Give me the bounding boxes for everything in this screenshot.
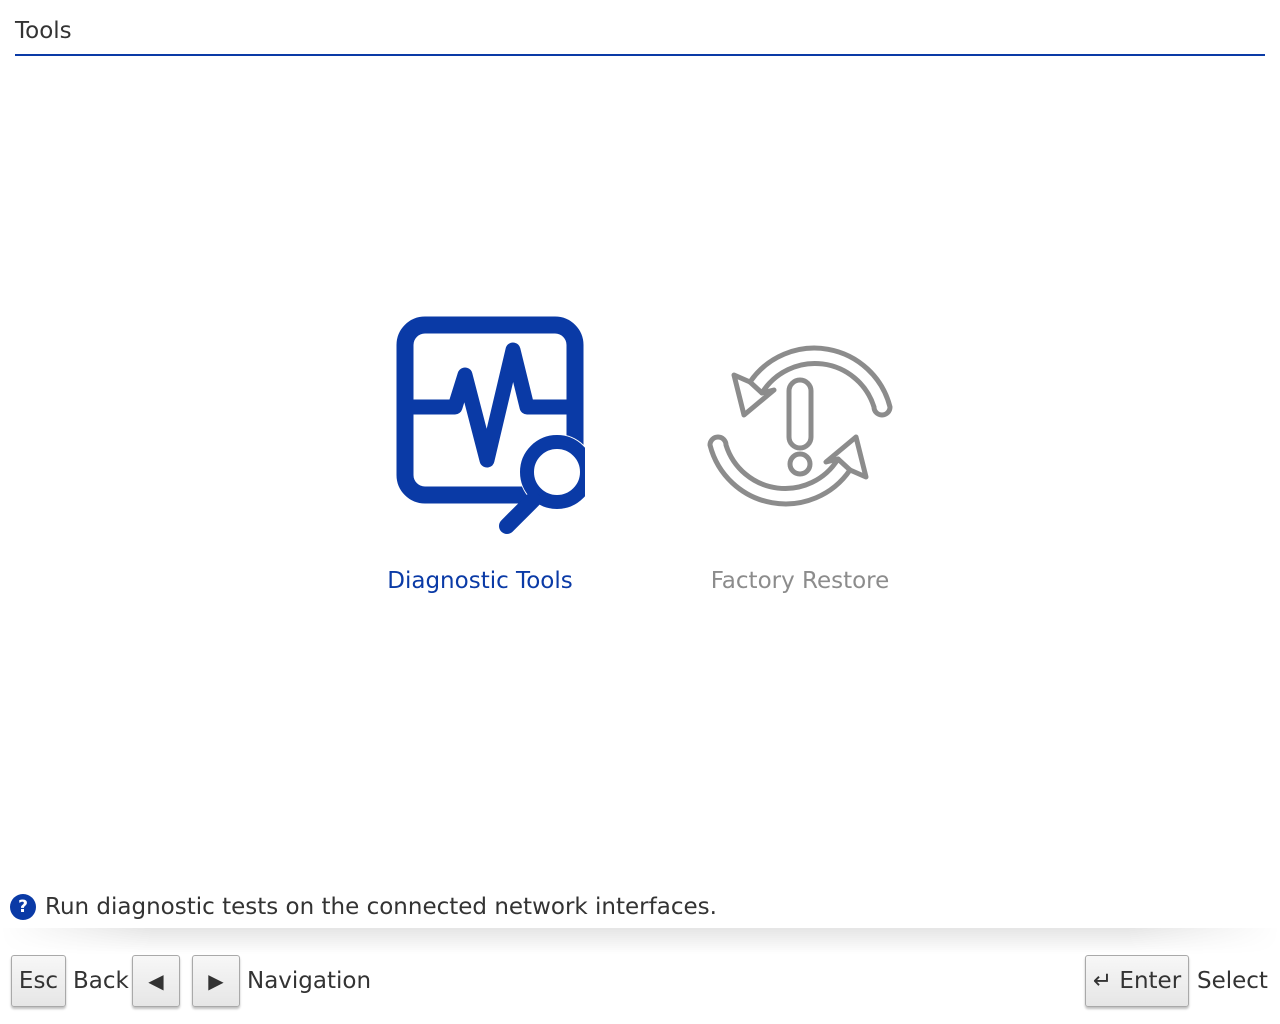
enter-key-button[interactable]: ↵ Enter (1085, 955, 1189, 1007)
select-label: Select (1197, 968, 1268, 994)
factory-restore-icon (700, 335, 900, 524)
tile-factory-restore[interactable]: Factory Restore (680, 310, 920, 610)
esc-key-button[interactable]: Esc (11, 955, 66, 1007)
footer-divider (0, 928, 1280, 954)
left-arrow-key-button[interactable]: ◀ (132, 955, 180, 1007)
right-arrow-key-button[interactable]: ▶ (192, 955, 240, 1007)
tile-diagnostic-tools[interactable]: Diagnostic Tools (360, 310, 600, 610)
back-label: Back (73, 968, 129, 994)
question-icon: ? (10, 894, 36, 920)
help-text: Run diagnostic tests on the connected ne… (45, 894, 717, 920)
page-title: Tools (15, 18, 72, 44)
tile-label-factory-restore: Factory Restore (710, 568, 890, 594)
key-hint-bar: Esc Back ◀ ▶ Navigation ↵ Enter Select (0, 955, 1280, 1015)
navigation-label: Navigation (247, 968, 372, 994)
help-hint: ? Run diagnostic tests on the connected … (10, 892, 717, 922)
tools-screen: Tools Diagnostic Tools Factory Restore ?… (0, 0, 1280, 1024)
tile-label-diagnostic-tools: Diagnostic Tools (387, 568, 573, 594)
header: Tools (15, 0, 1265, 56)
diagnostic-monitor-icon (375, 310, 595, 546)
